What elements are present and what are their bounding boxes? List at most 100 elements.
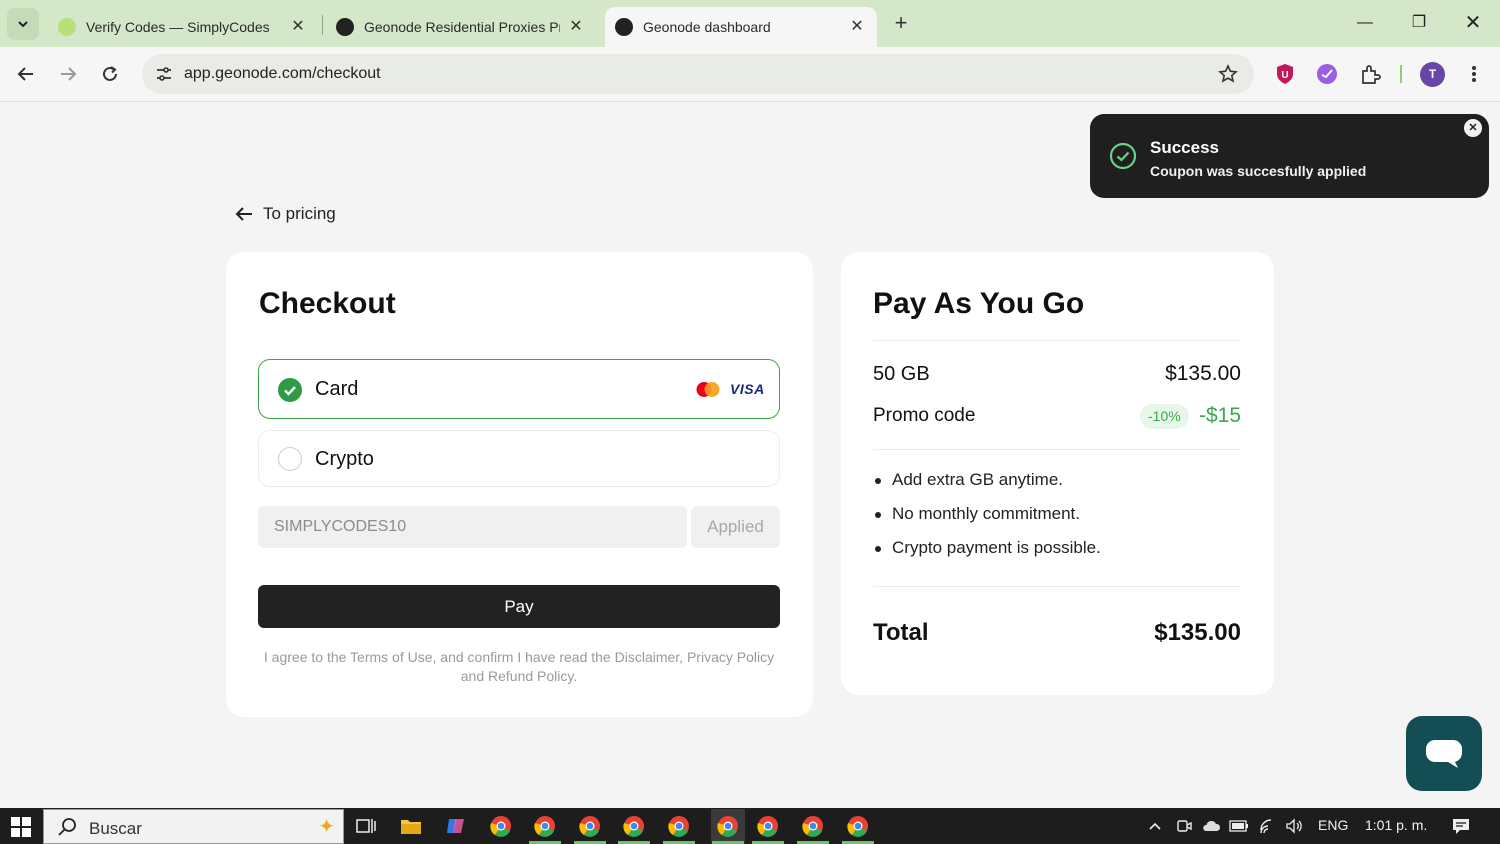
url-text: app.geonode.com/checkout [184, 65, 381, 82]
success-toast: Success Coupon was succesfully applied ✕ [1090, 114, 1489, 198]
simplycodes-favicon-icon [58, 18, 76, 36]
show-hidden-icons-chevron-icon[interactable] [1145, 816, 1165, 836]
divider [873, 449, 1241, 450]
sparkle-icon: ✦ [318, 816, 335, 838]
windows-start-icon[interactable] [10, 816, 32, 838]
tab-title: Geonode Residential Proxies Pr [364, 19, 560, 35]
arrow-right-icon [61, 67, 77, 81]
taskbar-search-text: Buscar [89, 819, 142, 838]
profile-avatar[interactable]: T [1420, 62, 1445, 87]
close-tab-icon[interactable]: ✕ [566, 17, 586, 37]
back-to-pricing-link[interactable]: To pricing [233, 203, 336, 225]
volume-icon[interactable] [1284, 816, 1304, 836]
geonode-favicon-icon [615, 18, 633, 36]
battery-icon[interactable] [1229, 816, 1249, 836]
tab-geonode-dashboard[interactable]: Geonode dashboard ✕ [605, 7, 877, 47]
search-icon [58, 818, 76, 836]
chrome-window-icon[interactable] [755, 813, 781, 839]
task-view-icon[interactable] [353, 813, 379, 839]
check-icon [284, 386, 296, 396]
onedrive-cloud-icon[interactable] [1201, 816, 1221, 836]
minimize-button[interactable]: — [1343, 8, 1387, 38]
tab-search-button[interactable] [7, 8, 39, 40]
chat-bubble-icon [1426, 739, 1462, 768]
close-tab-icon[interactable]: ✕ [288, 17, 308, 37]
restore-button[interactable]: ❐ [1397, 8, 1441, 38]
checkout-card: Checkout Card VISA Crypto Applied Pay I … [226, 252, 813, 717]
payment-method-card[interactable]: Card VISA [258, 359, 780, 419]
file-explorer-icon[interactable] [398, 813, 424, 839]
address-bar[interactable]: app.geonode.com/checkout [142, 54, 1254, 94]
clock-time[interactable]: 1:01 p. m. [1365, 817, 1427, 833]
plan-size: 50 GB [873, 363, 930, 385]
payment-method-crypto[interactable]: Crypto [258, 430, 780, 487]
more-menu-icon[interactable] [1462, 62, 1486, 86]
divider [873, 340, 1241, 341]
chrome-window-active-icon[interactable] [711, 809, 745, 843]
ublock-extension-icon[interactable]: U [1273, 62, 1297, 86]
notifications-icon[interactable] [1451, 816, 1471, 836]
simplycodes-extension-icon[interactable] [1315, 62, 1339, 86]
toolbar-divider [1400, 65, 1402, 83]
toast-message: Coupon was succesfully applied [1150, 163, 1367, 179]
radio-selected[interactable] [278, 378, 302, 402]
copilot-icon[interactable] [443, 813, 469, 839]
meet-now-icon[interactable] [1174, 816, 1194, 836]
reload-icon [103, 66, 117, 81]
chrome-window-icon[interactable] [666, 813, 692, 839]
plan-features-list: Add extra GB anytime. No monthly commitm… [875, 470, 1101, 572]
chrome-window-icon[interactable] [621, 813, 647, 839]
chrome-window-icon[interactable] [577, 813, 603, 839]
taskbar-search[interactable]: Buscar ✦ [43, 809, 344, 844]
tab-geonode-proxies[interactable]: Geonode Residential Proxies Pr ✕ [328, 7, 596, 47]
feature-item: No monthly commitment. [875, 504, 1101, 524]
bookmark-star-icon[interactable] [1216, 62, 1240, 86]
browser-toolbar: app.geonode.com/checkout U T [0, 47, 1500, 102]
chrome-icon[interactable] [488, 813, 514, 839]
chrome-window-icon[interactable] [532, 813, 558, 839]
tab-simplycodes[interactable]: Verify Codes — SimplyCodes ✕ [50, 7, 318, 47]
extensions-puzzle-icon[interactable] [1358, 62, 1382, 86]
plan-price: $135.00 [1165, 362, 1241, 385]
feature-item: Crypto payment is possible. [875, 538, 1101, 557]
promo-percent-badge: -10% [1140, 404, 1189, 429]
close-tab-icon[interactable]: ✕ [847, 17, 867, 37]
chevron-down-icon [18, 21, 28, 28]
tab-strip: Verify Codes — SimplyCodes ✕ Geonode Res… [0, 0, 1500, 47]
chrome-window-icon[interactable] [800, 813, 826, 839]
order-summary-card: Pay As You Go 50 GB $135.00 Promo code -… [841, 252, 1274, 695]
arrow-left-icon [235, 207, 252, 221]
divider [873, 586, 1241, 587]
chrome-window-icon[interactable] [845, 813, 871, 839]
back-link-label: To pricing [263, 204, 336, 223]
tab-title: Verify Codes — SimplyCodes [86, 19, 270, 35]
site-settings-icon[interactable] [150, 60, 178, 88]
close-window-button[interactable]: ✕ [1451, 8, 1495, 38]
total-value: $135.00 [1154, 619, 1241, 646]
chat-widget-button[interactable] [1406, 716, 1482, 791]
mastercard-icon [696, 382, 720, 397]
terms-agreement-text: I agree to the Terms of Use, and confirm… [263, 649, 775, 684]
back-button[interactable] [11, 59, 41, 89]
promo-discount-amount: -$15 [1198, 404, 1241, 427]
forward-button[interactable] [53, 59, 83, 89]
toast-title: Success [1150, 138, 1219, 157]
reload-button[interactable] [95, 59, 125, 89]
promo-code-label: Promo code [873, 405, 976, 426]
plan-title: Pay As You Go [873, 287, 1085, 320]
coupon-applied-button[interactable]: Applied [691, 506, 780, 548]
arrow-left-icon [17, 67, 33, 81]
check-circle-icon [1109, 142, 1137, 170]
coupon-input[interactable] [258, 506, 687, 548]
radio-unselected[interactable] [278, 447, 302, 471]
checkout-title: Checkout [259, 287, 396, 320]
windows-taskbar: Buscar ✦ ENG 1:01 p. m. [0, 808, 1500, 844]
tab-divider [322, 15, 323, 35]
geonode-favicon-icon [336, 18, 354, 36]
language-indicator[interactable]: ENG [1318, 817, 1348, 833]
close-toast-icon[interactable]: ✕ [1464, 119, 1482, 137]
pay-button[interactable]: Pay [258, 585, 780, 628]
new-tab-button[interactable]: + [888, 10, 914, 36]
wifi-icon[interactable] [1258, 816, 1278, 836]
total-label: Total [873, 619, 929, 646]
